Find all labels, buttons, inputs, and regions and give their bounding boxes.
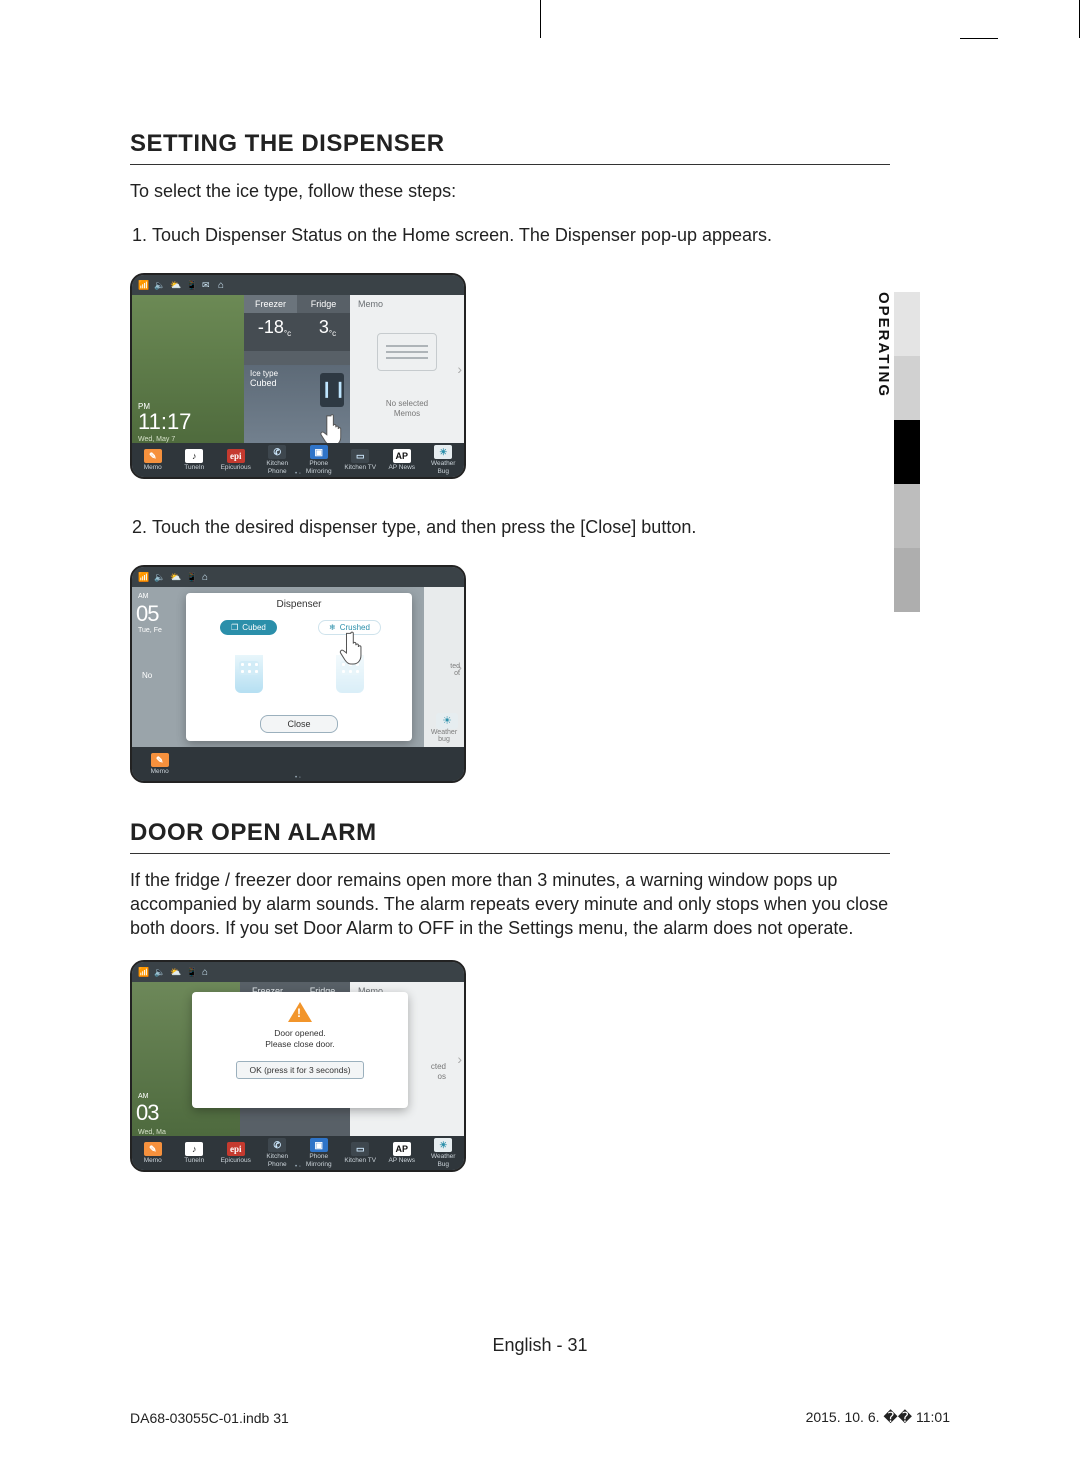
touch-hand-icon: [338, 627, 372, 667]
sound-icon: [154, 280, 164, 290]
page-footer-left: DA68-03055C-01.indb 31: [130, 1410, 289, 1426]
truncated-text: tedot: [450, 663, 460, 677]
rule: [130, 164, 890, 165]
clock-date: Wed, Ma: [138, 1129, 166, 1136]
touch-hand-icon: [318, 411, 352, 447]
door-open-popup: Door opened. Please close door. OK (pres…: [192, 992, 408, 1108]
rule: [130, 853, 890, 854]
message-icon: [202, 280, 212, 290]
home-icon: [202, 572, 212, 582]
home-icon: [202, 967, 212, 977]
dock: ✎Memo ♪TuneIn epiEpicurious ✆KitchenPhon…: [132, 443, 464, 477]
screenshot-home-dispenser: PM 11:17 Wed, May 7 Freezer Fridge -18°c…: [130, 273, 466, 479]
clock-date: Tue, Fe: [138, 627, 162, 634]
clock-date: Wed, May 7: [138, 436, 175, 443]
crushed-icon: ❄: [329, 623, 336, 632]
sound-icon: [154, 572, 164, 582]
status-bar: [132, 962, 464, 982]
clock-time: 03: [136, 1100, 158, 1126]
clock-panel: AM 05 Tue, Fe No: [132, 587, 188, 747]
page-footer-center: English - 31: [0, 1335, 1080, 1356]
memo-label: Memo: [350, 295, 464, 313]
sound-icon: [154, 967, 164, 977]
ok-button[interactable]: OK (press it for 3 seconds): [236, 1061, 363, 1079]
weather-bug-label: Weather bug: [426, 729, 462, 743]
weather-icon: [170, 967, 180, 977]
dispenser-popup: Dispenser ❒Cubed ❄Crushed Close: [186, 593, 412, 741]
device-icon: [186, 572, 196, 582]
clock-ampm: AM: [138, 1093, 149, 1100]
dock-pager: • ◦: [132, 471, 464, 477]
fridge-status-panel[interactable]: Freezer Fridge -18°c 3°c Ice type Cubed …: [244, 295, 350, 443]
home-icon: [218, 280, 228, 290]
wifi-icon: [138, 572, 148, 582]
heading-door-open-alarm: DOOR OPEN ALARM: [130, 819, 890, 847]
memo-icon: [377, 333, 437, 371]
device-icon: [186, 967, 196, 977]
dock-pager: • ◦: [132, 775, 464, 781]
memo-empty-text: No selected Memos: [350, 399, 464, 419]
clock-panel: PM 11:17 Wed, May 7: [132, 295, 244, 443]
truncated-text: ctedos: [431, 1062, 446, 1082]
heading-setting-dispenser: SETTING THE DISPENSER: [130, 130, 890, 158]
step-2: Touch the desired dispenser type, and th…: [152, 515, 890, 539]
side-tab-index: [894, 292, 920, 612]
weather-icon: [170, 572, 180, 582]
dock: ✎Memo ♪TuneIn epiEpicurious ✆KitchenPhon…: [132, 1136, 464, 1170]
truncated-text: No: [142, 671, 152, 680]
tab-fridge[interactable]: Fridge: [297, 295, 350, 313]
page-footer-right: 2015. 10. 6. �� 11:01: [806, 1409, 950, 1426]
ice-type-button[interactable]: Ice type Cubed ❙❙: [244, 365, 350, 443]
weather-icon: [170, 280, 180, 290]
popup-message: Door opened. Please close door.: [192, 1028, 408, 1050]
option-cubed[interactable]: ❒Cubed: [198, 620, 299, 693]
intro-text: To select the ice type, follow these ste…: [130, 179, 890, 203]
door-alarm-body: If the fridge / freezer door remains ope…: [130, 868, 890, 940]
dock-pager: • ◦: [132, 1164, 464, 1170]
ice-glass-icon: ❙❙: [320, 373, 344, 407]
warning-icon: [288, 1002, 312, 1022]
clock-time: 11:17: [138, 409, 191, 435]
clock-ampm: AM: [138, 593, 149, 600]
wifi-icon: [138, 280, 148, 290]
steps-list: Touch Dispenser Status on the Home scree…: [130, 223, 890, 247]
clock-time: 05: [136, 601, 158, 627]
chevron-right-icon[interactable]: ›: [457, 361, 462, 377]
popup-title: Dispenser: [186, 593, 412, 620]
steps-list-2: Touch the desired dispenser type, and th…: [130, 515, 890, 539]
chevron-right-icon[interactable]: ›: [457, 1051, 462, 1067]
dock: ✎Memo • ◦: [132, 747, 464, 781]
device-icon: [186, 280, 196, 290]
screenshot-door-open-alarm: AM 03 Wed, Ma Freezer Fridge Memo › cted…: [130, 960, 466, 1172]
weather-bug-icon[interactable]: ☀: [436, 713, 458, 729]
wifi-icon: [138, 967, 148, 977]
temperature-readout: -18°c 3°c: [244, 313, 350, 351]
memo-panel[interactable]: Memo No selected Memos ›: [350, 295, 464, 443]
cube-icon: ❒: [231, 623, 238, 632]
status-bar: [132, 275, 464, 295]
status-bar: [132, 567, 464, 587]
screenshot-dispenser-popup: AM 05 Tue, Fe No Dispenser ❒Cubed ❄Crush…: [130, 565, 466, 783]
step-1: Touch Dispenser Status on the Home scree…: [152, 223, 890, 247]
memo-panel-edge: › tedot ☀ Weather bug: [424, 587, 464, 747]
tab-freezer[interactable]: Freezer: [244, 295, 297, 313]
close-button[interactable]: Close: [260, 715, 338, 733]
